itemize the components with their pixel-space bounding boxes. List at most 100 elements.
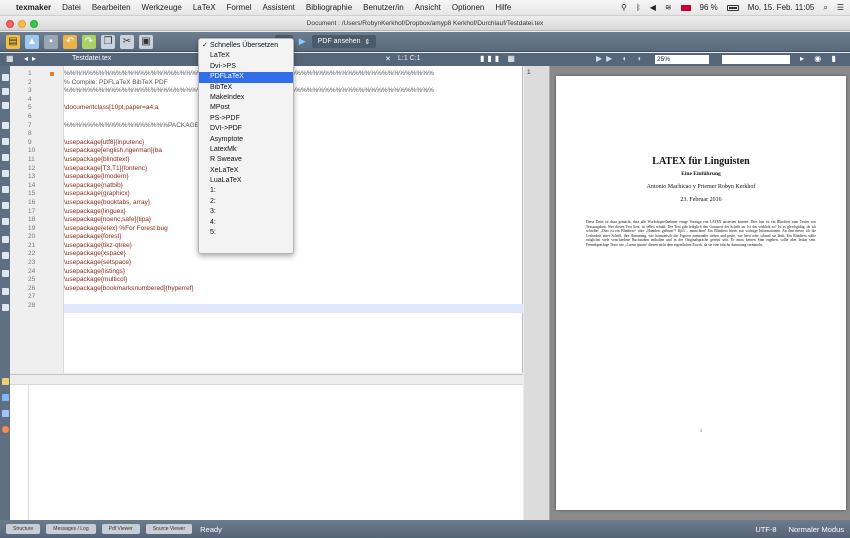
undo-icon[interactable]: ↶ <box>63 34 77 49</box>
dropdown-item[interactable]: Dvi->PS <box>199 62 293 72</box>
messages-tab[interactable]: Messages / Log <box>46 524 96 534</box>
dropdown-item[interactable]: LatexMk <box>199 145 293 155</box>
dropdown-item[interactable]: MPost <box>199 103 293 113</box>
view-pdf-combo[interactable]: PDF ansehen ⇕ <box>311 35 377 48</box>
view-pdf-icon[interactable]: ▶ <box>299 36 306 47</box>
quick-build-dropdown[interactable]: ✓ Schnelles Übersetzen LaTeX Dvi->PS PDFLaTe… <box>198 38 294 254</box>
code-text: \usepackage{listings} <box>64 267 126 275</box>
battery-label[interactable]: 96 % <box>700 3 718 12</box>
close-tab-icon[interactable]: ✕ <box>385 55 391 63</box>
menu-optionen[interactable]: Optionen <box>452 3 484 12</box>
bluetooth-icon[interactable]: ᛒ <box>636 3 641 12</box>
next-error-icon[interactable] <box>2 410 9 417</box>
metapost-icon[interactable] <box>2 218 9 225</box>
dropdown-item[interactable]: PDFLaTeX <box>199 72 293 83</box>
pdf-page-number-gutter: 1 <box>527 69 531 76</box>
stop-icon[interactable] <box>2 426 9 433</box>
dropdown-item[interactable]: R Sweave <box>199 155 293 165</box>
menu-hilfe[interactable]: Hilfe <box>495 3 511 12</box>
dropdown-item[interactable]: ✓ Schnelles Übersetzen <box>199 41 293 51</box>
menu-ansicht[interactable]: Ansicht <box>415 3 441 12</box>
log-icon[interactable] <box>2 378 9 385</box>
menu-benutzer[interactable]: Benutzer/in <box>363 3 403 12</box>
flag-icon[interactable] <box>680 4 691 11</box>
wifi-icon[interactable]: ≋ <box>665 3 672 12</box>
pdf-nav-icons[interactable]: ▶▶ ◐ ◐ <box>596 54 646 63</box>
menu-assistent[interactable]: Assistent <box>262 3 294 12</box>
redo-icon[interactable]: ↷ <box>82 34 96 49</box>
menu-app[interactable]: texmaker <box>16 3 51 12</box>
dropdown-item[interactable]: 5: <box>199 228 293 238</box>
arrow-symbols-icon[interactable] <box>2 102 9 109</box>
menu-bibliographie[interactable]: Bibliographie <box>306 3 352 12</box>
delimiters-icon[interactable] <box>2 138 9 145</box>
dropdown-item[interactable]: LaTeX <box>199 51 293 61</box>
copy-icon[interactable]: ❐ <box>101 34 115 49</box>
menu-latex[interactable]: LaTeX <box>193 3 216 12</box>
info-icon[interactable] <box>2 394 9 401</box>
dropdown-item[interactable]: XeLaTeX <box>199 166 293 176</box>
battery-icon[interactable] <box>726 4 739 11</box>
messages-log[interactable] <box>28 385 523 521</box>
clock[interactable]: Mo. 15. Feb. 11:05 <box>748 3 815 12</box>
menu-bearbeiten[interactable]: Bearbeiten <box>92 3 131 12</box>
tags-icon[interactable] <box>2 288 9 295</box>
cut-icon[interactable]: ✂ <box>120 34 134 49</box>
code-line[interactable]: 25 \usepackage{multicol} <box>10 276 523 285</box>
document-list-icon[interactable]: ▦ <box>6 54 14 63</box>
bookmark-marker-icon[interactable] <box>50 72 54 76</box>
menu-werkzeuge[interactable]: Werkzeuge <box>142 3 182 12</box>
search-icon[interactable]: ⌕ <box>823 3 827 13</box>
dropdown-item[interactable]: PS->PDF <box>199 114 293 124</box>
user-icon[interactable] <box>2 270 9 277</box>
greek-letters-icon[interactable] <box>2 154 9 161</box>
pdf-page[interactable]: LATEX für Linguisten Eine Einführung Ant… <box>556 76 846 510</box>
structure-icon[interactable] <box>2 74 9 81</box>
source-viewer-tab[interactable]: Source Viewer <box>145 524 193 534</box>
list-icon[interactable]: ☰ <box>837 3 844 12</box>
dropdown-item[interactable]: 1: <box>199 186 293 196</box>
tab-testdatei[interactable]: Testdatei.tex <box>72 55 111 62</box>
spotlight-like-icon[interactable]: ⚲ <box>621 3 627 12</box>
open-file-icon[interactable]: ▲ <box>25 34 39 49</box>
pdf-toolbar-icons[interactable]: ▸ ◉ ▮ <box>800 54 840 63</box>
new-file-icon[interactable]: ▤ <box>6 34 20 49</box>
dropdown-item[interactable]: 4: <box>199 218 293 228</box>
pdf-viewer[interactable]: 1 LATEX für Linguisten Eine Einführung A… <box>524 66 850 520</box>
dropdown-item[interactable]: BibTeX <box>199 83 293 93</box>
menu-datei[interactable]: Datei <box>62 3 81 12</box>
tikz-icon[interactable] <box>2 236 9 243</box>
dropdown-item[interactable]: Asymptote <box>199 135 293 145</box>
code-line[interactable]: 23 \usepackage{setspace} <box>10 259 523 268</box>
dropdown-item[interactable]: 3: <box>199 207 293 217</box>
pstricks-icon[interactable] <box>2 202 9 209</box>
dropdown-item[interactable]: MakeIndex <box>199 93 293 103</box>
code-line[interactable]: 26 \usepackage[bookmarksnumbered]{hyperre… <box>10 285 523 294</box>
save-icon[interactable]: ▪ <box>44 34 58 49</box>
pdf-zoom-field[interactable]: 25% <box>655 55 709 64</box>
asymptote-icon[interactable] <box>2 252 9 259</box>
favorites-icon[interactable] <box>2 186 9 193</box>
misc-symbols-icon[interactable] <box>2 122 9 129</box>
bibliography-icon[interactable] <box>2 304 9 311</box>
dropdown-item[interactable]: 2: <box>199 197 293 207</box>
tab-nav-arrows-icon[interactable]: ◂▸ <box>24 54 40 63</box>
code-line[interactable]: 24 \usepackage{listings} <box>10 268 523 277</box>
relation-symbols-icon[interactable] <box>2 88 9 95</box>
dropdown-item[interactable]: DVI->PDF <box>199 124 293 134</box>
encoding-label[interactable]: UTF-8 <box>755 525 776 534</box>
bookmark-nav-icons[interactable]: ▮▮▮ ▦ <box>480 54 518 63</box>
menu-formel[interactable]: Formel <box>227 3 252 12</box>
paste-icon[interactable]: ▣ <box>139 34 153 49</box>
code-line[interactable]: 28 <box>10 302 523 311</box>
line-number: 19 <box>28 224 36 232</box>
pdf-search-input[interactable] <box>722 55 790 64</box>
structure-tab[interactable]: Structure <box>6 524 41 534</box>
most-used-icon[interactable] <box>2 170 9 177</box>
pdf-viewer-tab[interactable]: Pdf Viewer <box>101 524 140 534</box>
code-line[interactable]: 27 <box>10 293 523 302</box>
mode-label[interactable]: Normaler Modus <box>789 525 844 534</box>
dropdown-item[interactable]: LuaLaTeX <box>199 176 293 186</box>
line-number: 18 <box>28 216 36 224</box>
volume-icon[interactable]: ◀ <box>650 3 656 12</box>
